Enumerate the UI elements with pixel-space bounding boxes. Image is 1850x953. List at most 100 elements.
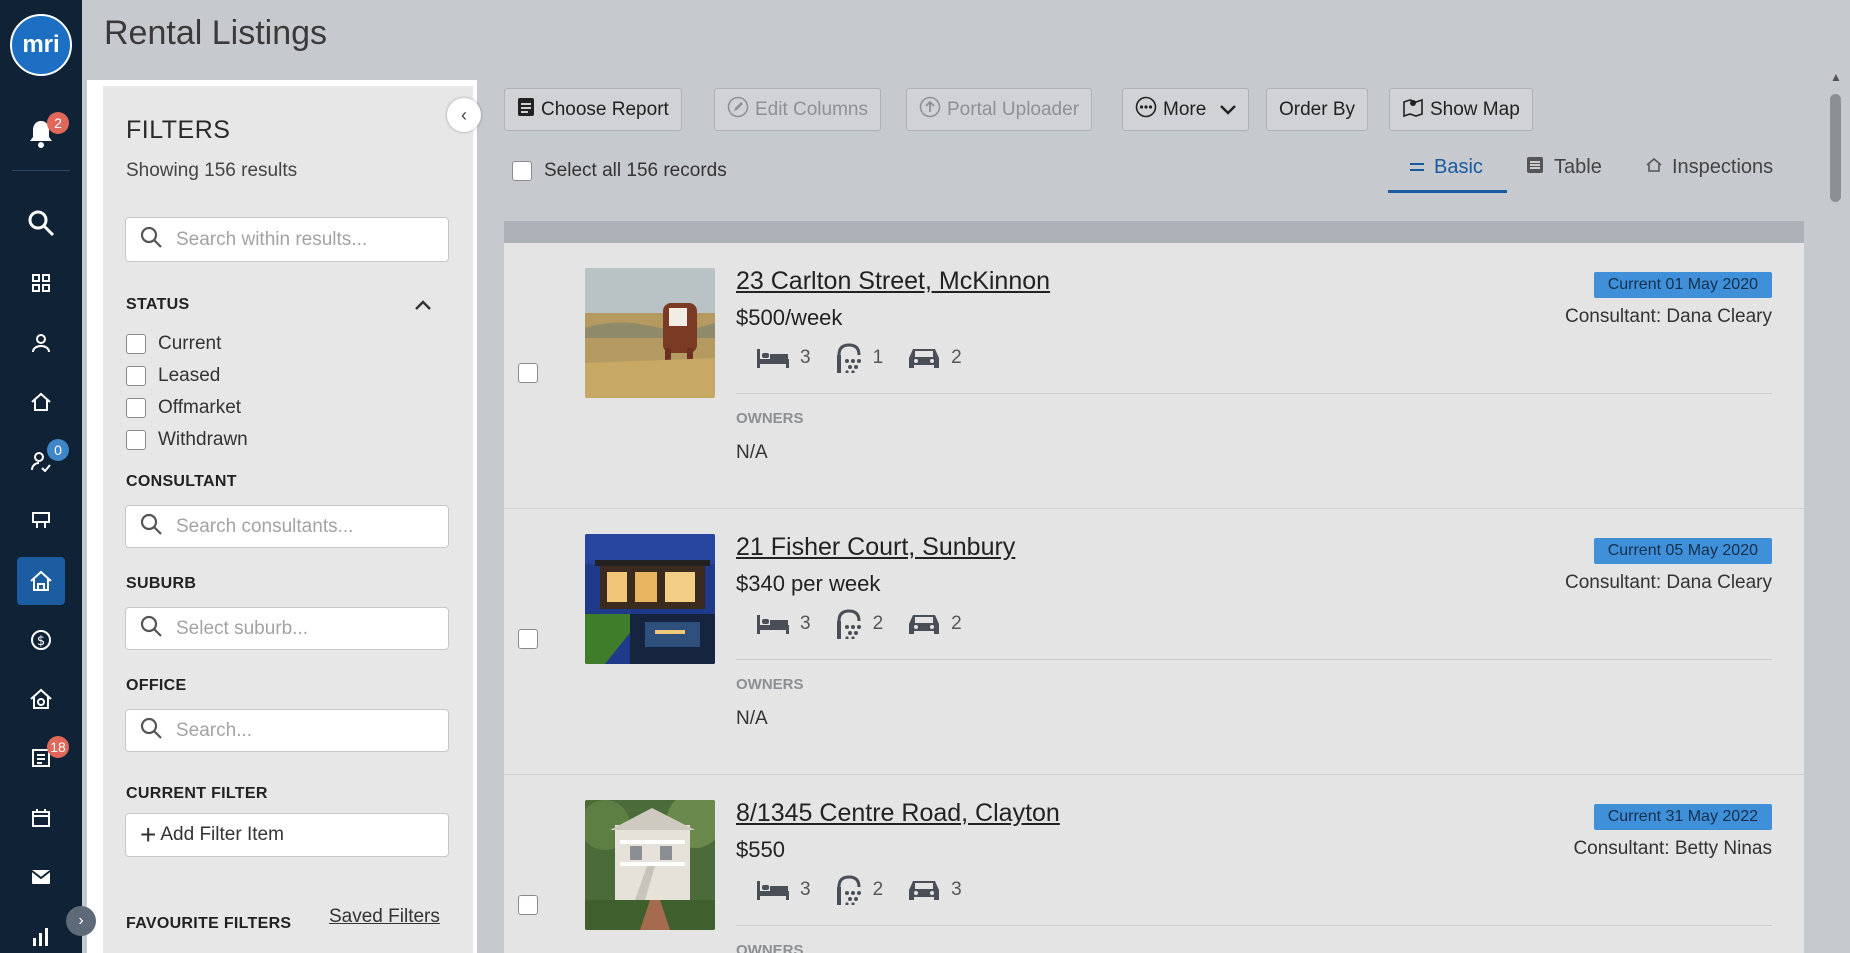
upload-icon (919, 96, 941, 124)
chevron-down-icon (1220, 99, 1237, 121)
search-icon (140, 717, 164, 745)
sales-home-icon[interactable] (17, 675, 65, 723)
owners-label: OWNERS (736, 676, 804, 693)
suburb-select-input[interactable]: Select suburb... (125, 607, 449, 650)
add-filter-label: Add Filter Item (160, 824, 284, 845)
listing-select-checkbox[interactable] (518, 363, 538, 383)
signboard-icon[interactable] (17, 496, 65, 544)
contacts-icon[interactable] (17, 319, 65, 367)
scrollbar-thumb[interactable] (1830, 94, 1841, 202)
divider (736, 393, 1772, 394)
calendar-icon[interactable] (17, 794, 65, 842)
portal-uploader-button[interactable]: Portal Uploader (906, 88, 1093, 131)
more-dropdown-button[interactable]: More (1122, 88, 1250, 131)
select-all-checkbox[interactable] (512, 161, 532, 181)
listing-photo[interactable] (585, 268, 715, 398)
svg-text:$: $ (37, 634, 45, 649)
search-icon (140, 513, 164, 541)
finance-dollar-icon[interactable]: $ (17, 616, 65, 664)
select-all-records[interactable]: Select all 156 records (512, 160, 727, 182)
map-icon (1402, 96, 1424, 124)
status-badge: Current 01 May 2020 (1593, 272, 1772, 298)
status-checkbox-withdrawn[interactable]: Withdrawn (126, 429, 248, 451)
main-nav: mri 2 0 $ 18 (0, 0, 82, 953)
tasks-icon[interactable]: 0 (17, 437, 69, 485)
consultant-search-input[interactable]: Search consultants... (125, 505, 449, 548)
page-scrollbar[interactable]: ▲ (1826, 66, 1846, 953)
chevron-up-icon[interactable] (414, 294, 432, 317)
expand-nav-chevron-icon[interactable]: › (66, 906, 96, 936)
listing-select-checkbox[interactable] (518, 629, 538, 649)
owners-label: OWNERS (736, 410, 804, 427)
listing-consultant: Consultant: Dana Cleary (1565, 572, 1772, 593)
search-icon[interactable] (17, 199, 65, 247)
checkbox[interactable] (126, 334, 146, 354)
divider (736, 659, 1772, 660)
listing-address-link[interactable]: 23 Carlton Street, McKinnon (736, 267, 1050, 296)
dashboard-icon[interactable] (17, 259, 65, 307)
edit-columns-label: Edit Columns (755, 98, 868, 120)
inspection-home-icon (1646, 157, 1662, 177)
order-by-button[interactable]: Order By (1266, 88, 1369, 131)
car-icon (909, 349, 940, 368)
suburb-placeholder: Select suburb... (176, 617, 309, 639)
checkbox-label: Withdrawn (158, 429, 248, 450)
more-label: More (1163, 98, 1207, 120)
choose-report-label: Choose Report (541, 98, 669, 120)
status-checkbox-current[interactable]: Current (126, 333, 221, 355)
choose-report-button[interactable]: Choose Report (504, 88, 682, 131)
checkbox[interactable] (126, 430, 146, 450)
shower-icon (836, 609, 861, 639)
search-placeholder: Search within results... (176, 228, 368, 250)
listing-card: 21 Fisher Court, Sunbury $340 per week 3… (504, 509, 1804, 775)
listing-address-link[interactable]: 8/1345 Centre Road, Clayton (736, 799, 1060, 828)
tab-basic[interactable]: Basic (1410, 156, 1483, 179)
tab-table[interactable]: Table (1526, 156, 1602, 179)
office-search-input[interactable]: Search... (125, 709, 449, 752)
listing-address-link[interactable]: 21 Fisher Court, Sunbury (736, 533, 1015, 562)
checkbox-label: Current (158, 333, 222, 354)
tasks-badge: 0 (47, 439, 69, 461)
tab-inspections[interactable]: Inspections (1646, 156, 1773, 179)
checkbox[interactable] (126, 366, 146, 386)
office-placeholder: Search... (176, 719, 253, 741)
status-badge: Current 31 May 2022 (1593, 804, 1772, 830)
analytics-chart-icon[interactable] (17, 912, 65, 953)
listing-photo[interactable] (585, 800, 715, 930)
notifications-badge: 2 (47, 112, 69, 134)
saved-filters-link[interactable]: Saved Filters (329, 906, 440, 928)
list-header-bar (504, 221, 1804, 243)
status-checkbox-offmarket[interactable]: Offmarket (126, 397, 241, 419)
listing-consultant: Consultant: Betty Ninas (1573, 838, 1772, 859)
mail-icon[interactable] (17, 853, 65, 901)
reports-badge: 18 (47, 736, 69, 758)
tab-basic-label: Basic (1434, 156, 1483, 178)
plus-icon: + (140, 819, 157, 850)
more-dots-icon (1135, 96, 1157, 124)
show-map-label: Show Map (1430, 98, 1520, 120)
rentals-home-icon[interactable] (17, 557, 65, 605)
shower-icon (836, 875, 861, 905)
listing-card: 23 Carlton Street, McKinnon $500/week 3 … (504, 243, 1804, 509)
search-icon (140, 615, 164, 643)
checkbox[interactable] (126, 398, 146, 418)
mri-logo[interactable]: mri (10, 14, 72, 76)
listing-select-checkbox[interactable] (518, 895, 538, 915)
portal-uploader-label: Portal Uploader (947, 98, 1080, 120)
collapse-filters-chevron-icon[interactable]: ‹ (447, 98, 481, 132)
add-filter-item-button[interactable]: + Add Filter Item (125, 813, 449, 857)
show-map-button[interactable]: Show Map (1389, 88, 1533, 131)
listing-card: 8/1345 Centre Road, Clayton $550 3 2 3 O… (504, 775, 1804, 953)
notifications-bell-icon[interactable]: 2 (17, 110, 69, 158)
reports-icon[interactable]: 18 (17, 734, 69, 782)
status-checkbox-leased[interactable]: Leased (126, 365, 220, 387)
bed-icon (757, 615, 789, 634)
car-icon (909, 881, 940, 900)
search-within-results-input[interactable]: Search within results... (125, 217, 449, 262)
scroll-up-arrow-icon[interactable]: ▲ (1830, 70, 1842, 84)
properties-icon[interactable] (17, 378, 65, 426)
edit-columns-button[interactable]: Edit Columns (714, 88, 881, 131)
owners-label: OWNERS (736, 942, 804, 953)
list-lines-icon (1410, 159, 1424, 177)
listing-photo[interactable] (585, 534, 715, 664)
